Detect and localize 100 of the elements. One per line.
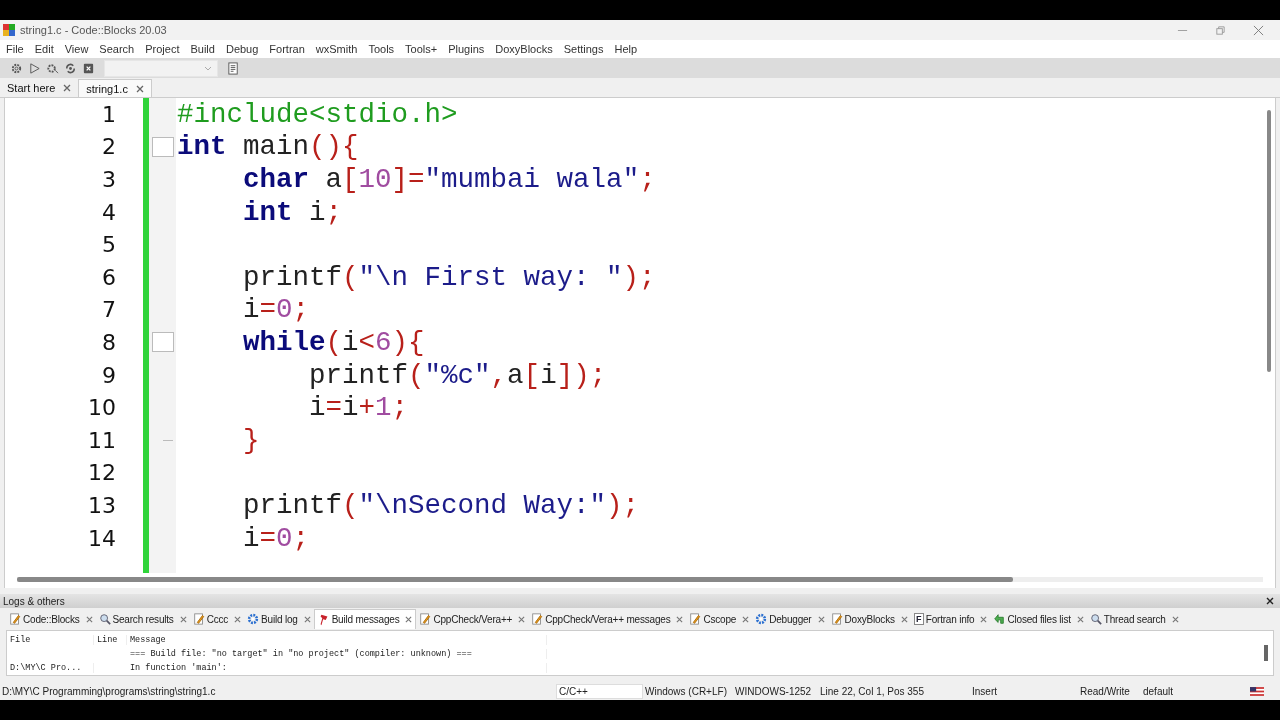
- line-number: 7: [102, 297, 116, 323]
- pencil-icon: [9, 613, 21, 625]
- table-cell: === Build file: "no target" in "no project" (compiler: unknown) ===: [130, 649, 472, 659]
- column-header[interactable]: Line: [97, 635, 118, 645]
- code-editor[interactable]: 1 2 3 4 5 6 7 8 9 10 11 12 13 14 #include<stdio.h> int main(){ char a[10]="mumbai wala"; int i; printf("\n First way: "); i=0; while(i<6){ printf("%c",a[i]); i=i+1; } printf("\nSecond Way:"); i=0;: [4, 98, 1276, 588]
- log-tab[interactable]: Build log: [244, 609, 314, 629]
- code-line: i=0;: [242, 294, 310, 326]
- line-number: 10: [88, 395, 116, 421]
- fold-marker[interactable]: [151, 332, 174, 353]
- code-line: int main(){: [177, 131, 359, 163]
- menu-item[interactable]: Fortran: [269, 43, 305, 55]
- line-number: 2: [102, 134, 116, 160]
- status-field: WINDOWS-1252: [735, 685, 812, 697]
- code-line: #include<stdio.h>: [177, 98, 458, 130]
- line-number: 6: [102, 264, 116, 290]
- menu-item[interactable]: Project: [145, 43, 180, 55]
- line-number: 14: [88, 525, 116, 551]
- menu-item[interactable]: Build: [190, 43, 215, 55]
- pencil-icon: [419, 613, 432, 625]
- close-icon[interactable]: [1266, 597, 1274, 605]
- log-tab[interactable]: CppCheck/Vera++: [416, 609, 529, 629]
- menu-item[interactable]: DoxyBlocks: [495, 43, 553, 55]
- editor-tab[interactable]: Start here: [0, 79, 79, 97]
- line-number: 12: [88, 460, 116, 486]
- search-icon: [1089, 613, 1102, 625]
- line-number: 3: [102, 167, 116, 192]
- editor-tab[interactable]: string1.c: [78, 79, 152, 97]
- code-line: char a[10]="mumbai wala";: [242, 164, 656, 195]
- line-number: 8: [102, 329, 116, 355]
- status-field: Line 22, Col 1, Pos 355: [820, 685, 924, 697]
- table-cell: In function 'main':: [130, 663, 227, 673]
- status-field: Read/Write: [1080, 685, 1130, 697]
- flag-icon: [1250, 686, 1264, 696]
- stop-icon[interactable]: [82, 61, 95, 75]
- menu-item[interactable]: View: [64, 43, 89, 55]
- status-field: Insert: [972, 685, 997, 697]
- play-icon[interactable]: [28, 61, 41, 75]
- column-header[interactable]: Message: [130, 635, 166, 645]
- code-line: int i;: [242, 196, 343, 228]
- log-tab[interactable]: Debugger: [752, 609, 828, 629]
- status-field: D:\MY\C Programming\programs\string\string1.c: [2, 685, 216, 697]
- pencil-icon: [689, 613, 702, 625]
- log-tab[interactable]: Thread search: [1086, 609, 1182, 629]
- window-title: string1.c - Code::Blocks 20.03: [20, 24, 167, 36]
- line-number: 4: [102, 199, 116, 225]
- menu-item[interactable]: Tools+: [405, 43, 438, 55]
- restore-icon[interactable]: [1215, 24, 1226, 36]
- status-field: Windows (CR+LF): [645, 685, 727, 697]
- code-line: }: [242, 424, 260, 456]
- fold-marker[interactable]: [151, 136, 174, 157]
- pencil-icon: [192, 613, 205, 625]
- log-tab[interactable]: Code::Blocks: [6, 609, 96, 629]
- code-line: while(i<6){: [242, 326, 425, 358]
- menu-item[interactable]: Help: [614, 43, 638, 55]
- menu-item[interactable]: Settings: [563, 43, 604, 55]
- line-number: 13: [88, 492, 116, 518]
- log-tab[interactable]: CppCheck/Vera++ messages: [528, 609, 687, 629]
- line-number: 1: [102, 101, 116, 127]
- gear-icon[interactable]: [46, 61, 59, 75]
- log-tab[interactable]: Cccc: [189, 609, 245, 629]
- pencil-icon: [531, 613, 544, 625]
- letter-icon: F: [913, 613, 924, 625]
- code-line: i=i+1;: [308, 392, 409, 424]
- column-header[interactable]: File: [10, 635, 31, 645]
- menu-item[interactable]: Plugins: [448, 43, 485, 55]
- gear-icon: [247, 613, 260, 625]
- log-tab[interactable]: Search results: [95, 609, 190, 629]
- line-number: 11: [88, 427, 116, 453]
- menu-item[interactable]: wxSmith: [315, 43, 358, 55]
- app-icon: [3, 24, 15, 36]
- code-line: printf("\n First way: ");: [242, 261, 656, 293]
- code-line: printf("\nSecond Way:");: [242, 489, 640, 521]
- log-tab[interactable]: DoxyBlocks: [827, 609, 911, 629]
- line-number: 9: [102, 362, 116, 388]
- arrow-icon: [993, 613, 1006, 625]
- document-icon[interactable]: [227, 61, 240, 75]
- panel-title: Logs & others: [3, 595, 65, 607]
- code-line: printf("%c",a[i]);: [308, 359, 607, 391]
- menu-item[interactable]: Debug: [225, 43, 259, 55]
- status-field: default: [1143, 685, 1174, 697]
- gear-icon[interactable]: [10, 61, 23, 75]
- search-icon: [98, 613, 111, 625]
- menu-item[interactable]: Search: [99, 43, 135, 55]
- pencil-icon: [830, 613, 843, 625]
- table-cell: D:\MY\C Pro...: [10, 663, 82, 673]
- caret-icon: [204, 65, 212, 71]
- log-tab[interactable]: Cscope: [686, 609, 753, 629]
- close-icon[interactable]: [135, 84, 144, 93]
- menu-item[interactable]: Edit: [34, 43, 54, 55]
- horizontal-scrollbar[interactable]: [17, 577, 1263, 582]
- gear-icon: [755, 613, 768, 625]
- line-number: 5: [102, 232, 116, 258]
- log-tab[interactable]: Closed files list: [990, 609, 1087, 629]
- fold-end-marker: [162, 439, 173, 441]
- refresh-icon[interactable]: [64, 61, 77, 75]
- log-tab[interactable]: Build messages: [313, 609, 417, 629]
- log-tab[interactable]: F Fortran info: [910, 609, 991, 629]
- menu-item[interactable]: Tools: [368, 43, 395, 55]
- menu-item[interactable]: File: [6, 43, 24, 55]
- code-line: i=0;: [242, 522, 310, 554]
